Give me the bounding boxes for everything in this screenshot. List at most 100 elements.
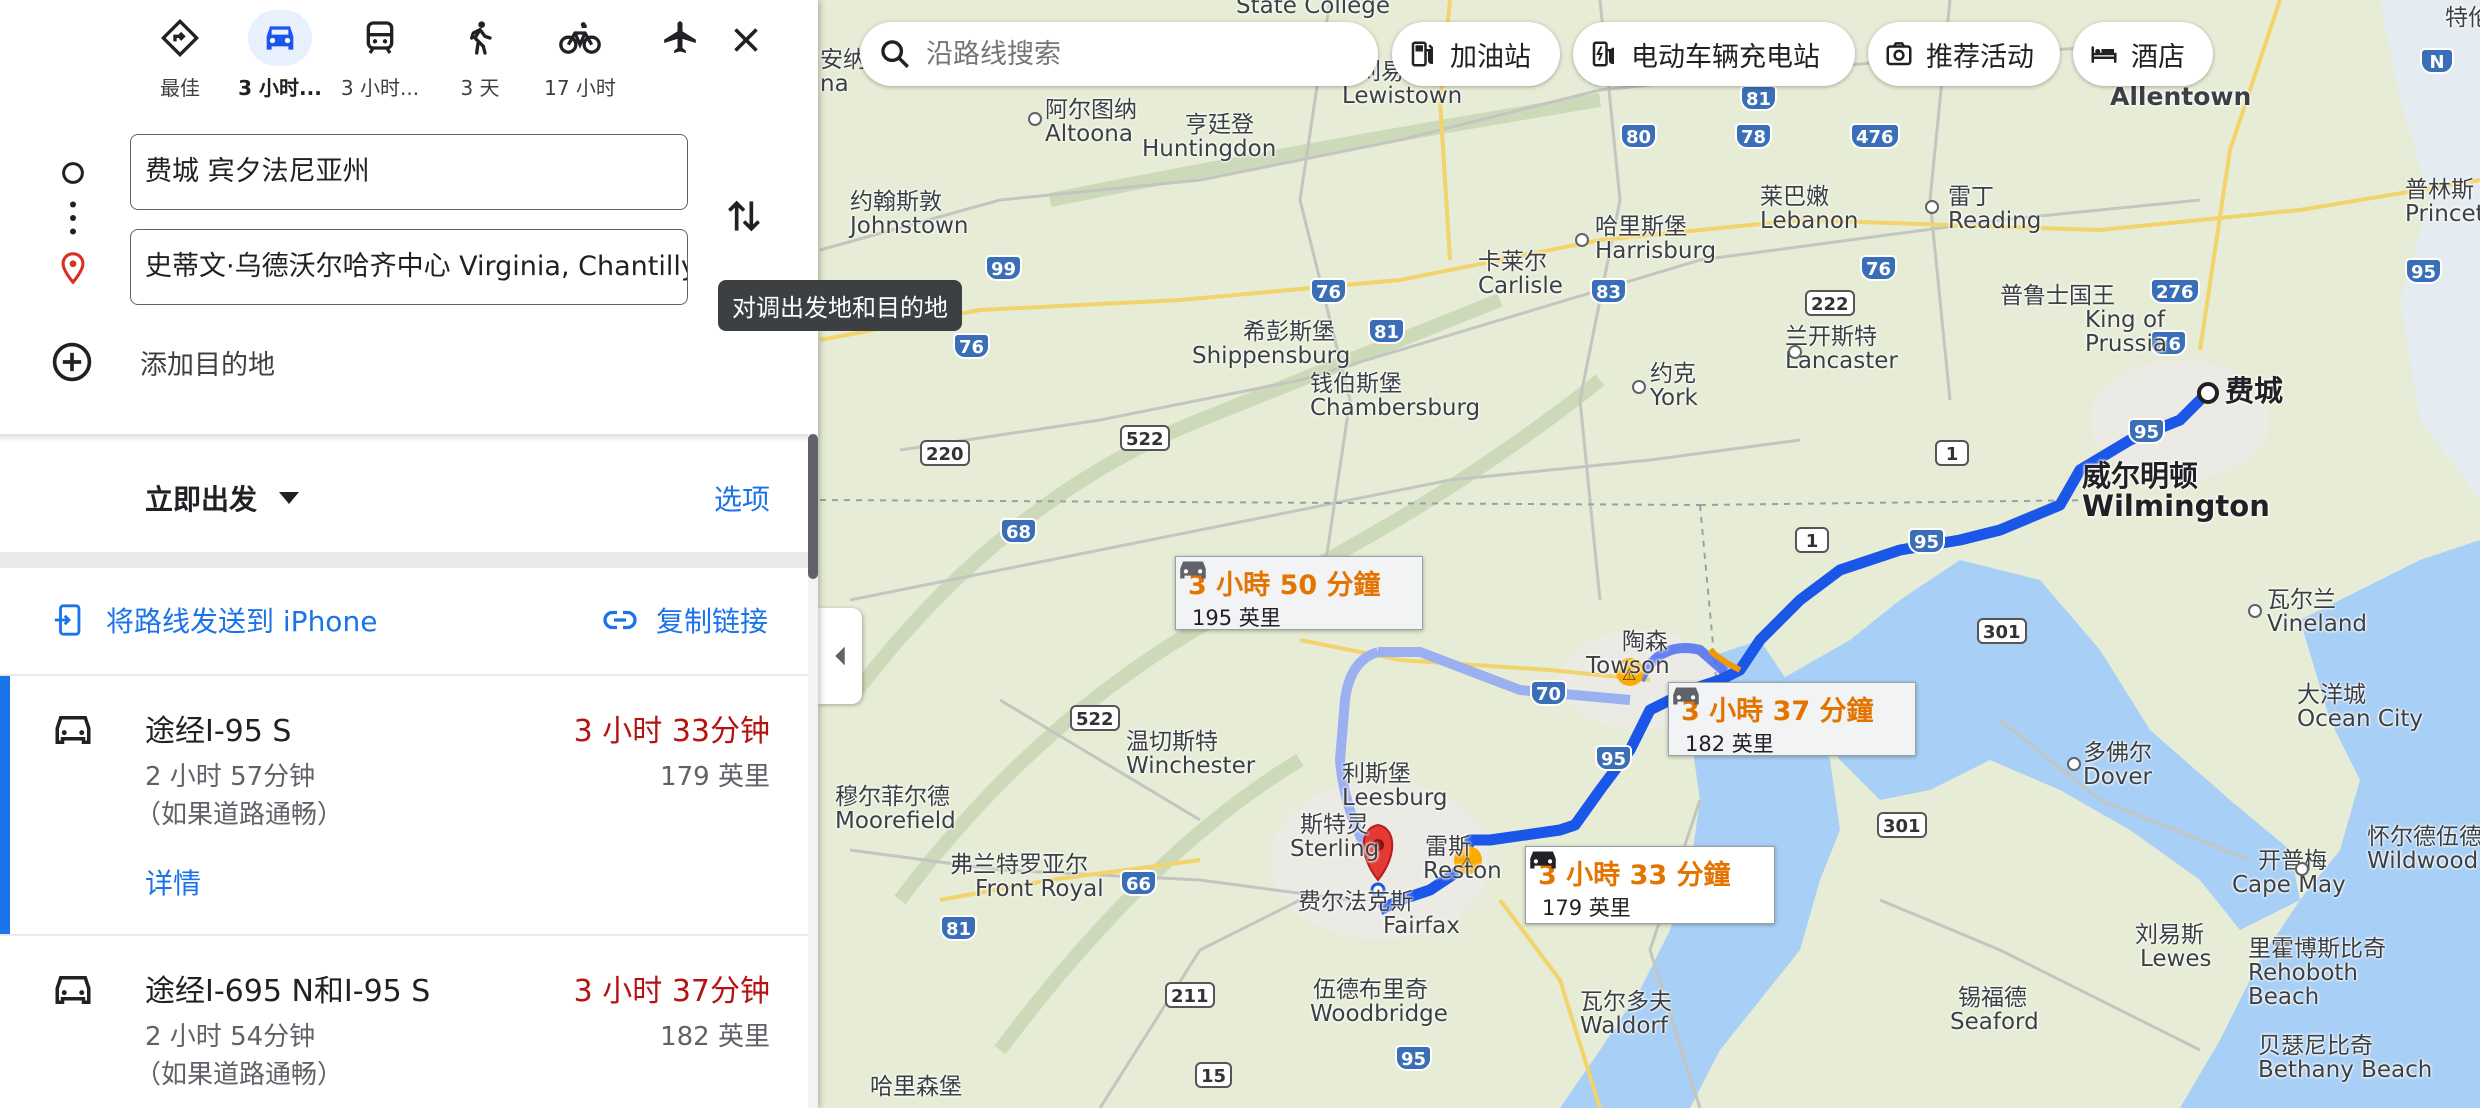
map-label: Harrisburg [1595,238,1717,264]
callout-time: 3 小時 50 分鐘 [1180,561,1410,602]
mode-flights[interactable] [630,10,730,66]
interstate-shield: 81 [1740,85,1778,111]
chip-hotels[interactable]: 酒店 [2073,22,2213,86]
map-label: 怀尔德伍德 [2367,824,2480,850]
send-to-phone-label: 将路线发送到 iPhone [106,605,378,638]
send-to-phone-icon [54,604,81,636]
city-dot [1925,200,1939,214]
options-button[interactable]: 选项 [714,478,770,518]
map-label: Lewes [2140,946,2212,972]
interstate-shield: 68 [1000,518,1038,544]
camera-icon [1886,42,1912,66]
mode-walking[interactable]: 3 天 [430,10,530,101]
add-destination-label: 添加目的地 [140,349,275,381]
map-label: Fairfax [1383,913,1460,939]
origin-circle-icon [62,162,84,184]
route-details-link[interactable]: 详情 [145,862,201,902]
mode-transit[interactable]: 3 小时... [330,10,430,101]
map-label: 约克 [1650,361,1696,387]
car-icon [266,26,294,50]
search-icon [881,40,909,68]
swap-vertical-icon [728,200,760,232]
map-label: 希彭斯堡 [1243,319,1335,345]
route-base-time: 2 小时 57分钟 [145,762,316,792]
us-route-shield: 522 [1070,705,1120,731]
map-label: Cape May [2232,872,2346,898]
route-callout-2[interactable]: 3 小時 37 分鐘 182 英里 [1668,682,1916,756]
route-search-input[interactable] [924,37,1348,71]
chip-gas-station[interactable]: 加油站 [1392,22,1560,86]
interstate-shield: 76 [1860,255,1898,281]
interstate-shield: 95 [1908,528,1946,554]
map-label: 费尔法克斯 [1298,889,1413,915]
mode-best[interactable]: 最佳 [130,10,230,101]
map-label: 陶森 [1622,629,1668,655]
chip-ev-charger[interactable]: 电动车辆充电站 [1573,22,1855,86]
map-label: 哈里森堡 [870,1074,962,1100]
dropdown-arrow-icon [279,492,300,504]
map-label: 利斯堡 [1342,761,1411,787]
us-route-shield: 1 [1795,527,1829,553]
map-label: na [820,71,849,97]
route-search-box[interactable] [860,22,1378,86]
map-label: 雷丁 [1948,184,1994,210]
collapse-panel-button[interactable] [818,608,862,704]
map-label: 里霍博斯比奇 [2248,936,2386,962]
interstate-shield: N [2420,48,2454,74]
callout-distance: 195 英里 [1192,606,1281,630]
mode-label: 17 小时 [544,76,616,100]
interstate-shield: 81 [940,915,978,941]
chip-label: 电动车辆充电站 [1631,41,1820,73]
route-callout-1[interactable]: 3 小時 33 分鐘 179 英里 [1525,846,1775,924]
close-icon [734,28,758,52]
route-option-2[interactable]: 途经I-695 N和I-95 S 3 小时 37分钟 2 小时 54分钟 182… [0,936,808,1108]
mode-label: 3 小时... [238,76,322,100]
copy-link-button[interactable]: 复制链接 [602,600,768,640]
city-dot [2295,862,2309,876]
map-label: Chambersburg [1310,395,1481,421]
add-destination-row[interactable]: 添加目的地 [50,340,275,384]
mode-driving[interactable]: 3 小时... [230,10,330,101]
map-label: Dover [2083,764,2152,790]
best-route-icon [160,18,200,58]
depart-now-dropdown[interactable]: 立即出发 [145,478,300,518]
mode-label: 3 小时... [340,76,420,100]
origin-input[interactable]: 费城 宾夕法尼亚州 [130,134,688,210]
city-dot [1028,112,1042,126]
city-dot [1788,345,1802,359]
map-label: Leesburg [1342,785,1448,811]
route-callout-3[interactable]: 3 小時 50 分鐘 195 英里 [1175,556,1423,630]
chip-things-to-do[interactable]: 推荐活动 [1868,22,2060,86]
map-label: Moorefield [835,808,956,834]
map-label: 大洋城 [2297,682,2366,708]
route-name: 途经I-95 S [145,714,292,749]
close-directions-button[interactable] [728,22,764,58]
route-time: 3 小时 37分钟 [573,974,770,1009]
map-label: 穆尔菲尔德 [835,784,950,810]
map-label: 哈里斯堡 [1595,214,1687,240]
scrollbar-track[interactable] [808,434,818,1108]
interstate-shield: 95 [2128,418,2166,444]
interstate-shield: 78 [1735,123,1773,149]
scrollbar-thumb[interactable] [808,434,818,579]
map-label: 约翰斯敦 [850,189,942,215]
send-to-phone-button[interactable]: 将路线发送到 iPhone [52,600,377,640]
swap-button[interactable] [722,192,766,240]
route-option-1[interactable]: 途经I-95 S 3 小时 33分钟 2 小时 57分钟 179 英里 （如果道… [0,676,808,934]
callout-distance: 182 英里 [1685,732,1774,756]
callout-time: 3 小時 37 分鐘 [1673,687,1903,728]
map-label: Altoona [1045,121,1133,147]
us-route-shield: 222 [1805,290,1855,316]
route-base-time: 2 小时 54分钟 [145,1022,316,1052]
us-route-shield: 211 [1165,982,1215,1008]
interstate-shield: 95 [1595,745,1633,771]
map-label: York [1650,385,1698,411]
dots-vertical-icon [70,201,76,235]
destination-input[interactable]: 史蒂文·乌德沃尔哈齐中心 Virginia, Chantilly [130,229,688,305]
map-label: King of [2085,307,2166,333]
mode-cycling[interactable]: 17 小时 [530,10,630,101]
car-icon [55,976,91,1004]
interstate-shield: 95 [1395,1045,1433,1071]
origin-marker[interactable] [2197,382,2219,404]
ocean-north [2380,0,2480,500]
